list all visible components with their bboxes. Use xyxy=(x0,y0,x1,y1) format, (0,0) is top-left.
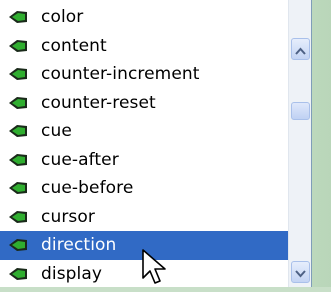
autocomplete-popup: color content counter-increment counter-… xyxy=(0,0,312,287)
list-item[interactable]: cue-after xyxy=(0,146,288,175)
scroll-down-button[interactable] xyxy=(291,261,310,283)
property-icon xyxy=(0,32,36,60)
list-item-label: cursor xyxy=(41,206,95,227)
list-item-label: direction xyxy=(41,235,117,256)
property-icon xyxy=(0,117,36,145)
property-icon xyxy=(0,203,36,231)
list-item[interactable]: cursor xyxy=(0,203,288,232)
property-icon xyxy=(0,260,36,287)
list-item-label: cue xyxy=(41,121,72,142)
list-item[interactable]: counter-reset xyxy=(0,89,288,118)
list-item-label: content xyxy=(41,35,107,56)
chevron-up-icon xyxy=(295,40,306,59)
mouse-pointer-icon xyxy=(140,248,170,292)
property-icon xyxy=(0,89,36,117)
list-item-label: display xyxy=(41,263,103,284)
property-icon xyxy=(0,60,36,88)
property-list: color content counter-increment counter-… xyxy=(0,0,288,287)
list-item-label: cue-before xyxy=(41,178,134,199)
scroll-up-button[interactable] xyxy=(291,38,310,60)
list-item-label: color xyxy=(41,7,84,28)
scrollbar-thumb[interactable] xyxy=(291,102,310,120)
vertical-scrollbar[interactable] xyxy=(288,0,311,287)
list-item[interactable]: cue xyxy=(0,117,288,146)
list-item[interactable]: counter-increment xyxy=(0,60,288,89)
chevron-down-icon xyxy=(295,263,306,282)
list-item-label: cue-after xyxy=(41,149,119,170)
list-item[interactable]: content xyxy=(0,32,288,61)
property-icon xyxy=(0,3,36,31)
list-item-label: counter-reset xyxy=(41,92,156,113)
list-item[interactable]: cue-before xyxy=(0,174,288,203)
property-icon xyxy=(0,146,36,174)
list-item-label: counter-increment xyxy=(41,64,200,85)
list-item[interactable]: color xyxy=(0,3,288,32)
property-icon xyxy=(0,174,36,202)
property-icon xyxy=(0,231,36,259)
